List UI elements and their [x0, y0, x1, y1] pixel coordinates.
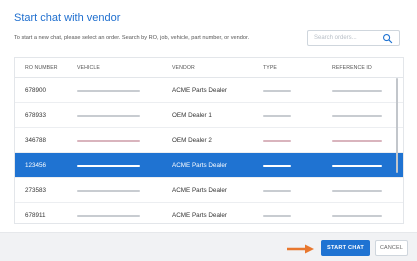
vehicle-placeholder: [77, 165, 140, 167]
search-input[interactable]: Search orders...: [307, 30, 400, 46]
dialog-title: Start chat with vendor: [14, 12, 121, 24]
ro-number-cell: 678933: [25, 112, 47, 119]
arrow-right-icon: [287, 244, 314, 254]
vehicle-placeholder: [77, 115, 140, 117]
ro-number-cell: 678900: [25, 87, 47, 94]
cancel-button[interactable]: CANCEL: [375, 240, 408, 256]
reference-id-placeholder: [332, 90, 382, 92]
type-placeholder: [263, 165, 291, 167]
start-chat-button[interactable]: START CHAT: [321, 240, 370, 256]
reference-id-placeholder: [332, 115, 382, 117]
vendor-cell: ACME Parts Dealer: [172, 87, 227, 94]
type-placeholder: [263, 215, 291, 217]
type-placeholder: [263, 115, 291, 117]
table-row[interactable]: 346788 OEM Dealer 2: [15, 128, 403, 153]
vehicle-placeholder: [77, 140, 140, 142]
type-placeholder: [263, 140, 291, 142]
vendor-cell: ACME Parts Dealer: [172, 187, 227, 194]
table-row[interactable]: 678911 ACME Parts Dealer: [15, 203, 403, 223]
vendor-cell: OEM Dealer 2: [172, 137, 212, 144]
reference-id-placeholder: [332, 215, 382, 217]
dialog-instructions: To start a new chat, please select an or…: [14, 35, 250, 41]
table-row[interactable]: 678900 ACME Parts Dealer: [15, 78, 403, 103]
ro-number-cell: 273583: [25, 187, 47, 194]
search-placeholder: Search orders...: [314, 35, 357, 41]
vendor-cell: OEM Dealer 1: [172, 112, 212, 119]
ro-number-cell: 123456: [25, 162, 47, 169]
column-header-reference-id[interactable]: REFERENCE ID: [332, 65, 372, 71]
table-header: RO NUMBER VEHICLE VENDOR TYPE REFERENCE …: [15, 58, 403, 78]
vehicle-placeholder: [77, 215, 140, 217]
vehicle-placeholder: [77, 90, 140, 92]
reference-id-placeholder: [332, 140, 382, 142]
table-row[interactable]: 123456 ACME Parts Dealer: [15, 153, 403, 178]
vendor-cell: ACME Parts Dealer: [172, 162, 227, 169]
vehicle-placeholder: [77, 190, 140, 192]
ro-number-cell: 678911: [25, 212, 46, 219]
type-placeholder: [263, 190, 291, 192]
column-header-type[interactable]: TYPE: [263, 65, 277, 71]
vendor-cell: ACME Parts Dealer: [172, 212, 227, 219]
table-scrollbar[interactable]: [396, 78, 398, 173]
table-row[interactable]: 678933 OEM Dealer 1: [15, 103, 403, 128]
search-icon[interactable]: [382, 33, 393, 44]
table-row[interactable]: 273583 ACME Parts Dealer: [15, 178, 403, 203]
column-header-vehicle[interactable]: VEHICLE: [77, 65, 100, 71]
type-placeholder: [263, 90, 291, 92]
orders-table: RO NUMBER VEHICLE VENDOR TYPE REFERENCE …: [14, 57, 404, 224]
column-header-ro-number[interactable]: RO NUMBER: [25, 65, 58, 71]
column-header-vendor[interactable]: VENDOR: [172, 65, 195, 71]
reference-id-placeholder: [332, 190, 382, 192]
ro-number-cell: 346788: [25, 137, 47, 144]
reference-id-placeholder: [332, 165, 382, 167]
